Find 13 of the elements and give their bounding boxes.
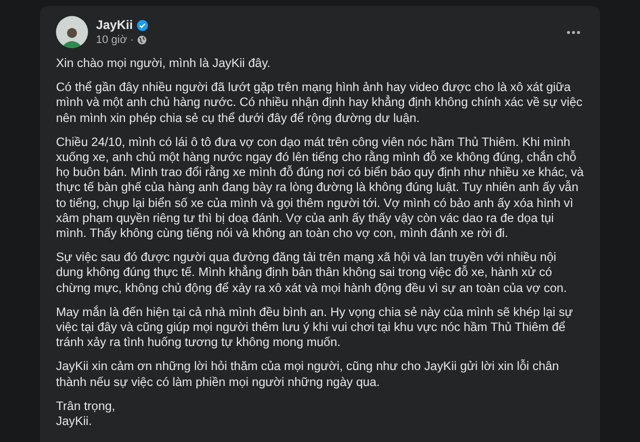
post-paragraph: May mắn là đến hiện tại cả nhà mình đều bình an. Hy vọng chia sẻ này của mình sẽ khép lại sự việc tại đây và cũng giúp mọi người thêm lưu ý khi vui chơi tại khu vực nóc hầm Thủ Thiêm để tránh xảy ra tình huống tương tự không mong muốn. <box>56 304 574 350</box>
globe-icon <box>136 35 147 45</box>
author-name[interactable]: JayKii <box>96 18 133 32</box>
post-time[interactable]: 10 giờ <box>96 34 128 46</box>
post-paragraph: Xin chào mọi người, mình là JayKii đây. <box>56 56 272 72</box>
post-paragraph: Chiều 24/10, mình có lái ô tô đưa vợ con dạo mát trên công viên nóc hầm Thủ Thiêm. Khi mình xuống xe, anh chủ một hàng nước ngay đó lên tiếng cho rằng mình đỗ xe không đúng, chắn chỗ họ buôn bán. Mình trao đổi rằng xe mình đỗ đúng nơi có biển báo quy định như nhiều xe khác, và thực tế bàn ghế của hàng anh đang bày ra lòng đường là không đúng luật. Tuy nhiên anh ấy vẫn to tiếng, chụp lại biển số xe của mình và gọi thêm người tới. Vợ mình có bảo anh ấy xóa hình vì xâm phạm quyền riêng tư thì bị doạ đánh. Vợ của anh ấy thấy vậy còn vác dao ra đe dọa tụi mình. Thấy không cùng tiếng nói và không an toàn cho vợ con, mình đánh xe rời đi. <box>56 134 584 242</box>
post-paragraph: Sự việc sau đó được người qua đường đăng tải trên mạng xã hội và lan truyền với nhiều nội dung không đúng thực tế. Mình khẳng định bản thân không sai trong việc đỗ xe, hành xử có chừng mực, không chủ động để xảy ra xô xát và mọi hành động đều vì sự an toàn của vợ con. <box>56 250 568 296</box>
separator: · <box>130 34 134 46</box>
post-paragraph: JayKii xin cảm ơn những lời hỏi thăm của mọi người, cũng như cho JayKii gửi lời xin lỗi chân thành nếu sự việc có làm phiền mọi người những ngày qua. <box>56 359 560 390</box>
post-paragraph: Có thể gần đây nhiều người đã lướt gặp trên mạng hình ảnh hay video được cho là xô xát giữa mình và một anh chủ hàng nước. Có nhiều nhận định hay khẳng định không chính xác về sự việc nên mình xin phép chia sẻ cụ thể dưới đây để rộng đường dư luận. <box>56 80 584 126</box>
signoff-line: Trân trọng, <box>56 398 116 414</box>
avatar-icon[interactable] <box>56 16 88 48</box>
signoff-line: JayKii. <box>56 414 93 430</box>
